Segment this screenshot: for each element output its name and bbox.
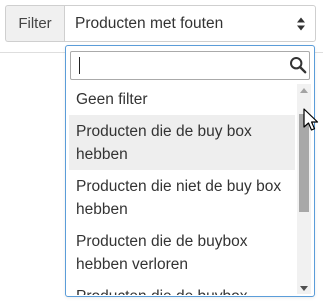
- scroll-down-arrow-icon[interactable]: [297, 282, 311, 294]
- filter-selected-value: Producten met fouten: [75, 14, 224, 32]
- option-label: Producten die de buybox: [76, 288, 247, 295]
- option-item[interactable]: Producten die de buybox: [69, 280, 295, 295]
- option-label: Producten die de buy box hebben: [76, 123, 252, 163]
- option-item[interactable]: Producten die niet de buy box hebben: [69, 170, 295, 225]
- filter-group: Filter Producten met fouten: [5, 5, 316, 42]
- options-list: Geen filter Producten die de buy box hebb…: [69, 83, 295, 295]
- scroll-up-arrow-icon[interactable]: [297, 84, 311, 96]
- search-icon: [290, 57, 307, 74]
- text-caret: [79, 57, 80, 74]
- option-item[interactable]: Geen filter: [69, 83, 295, 115]
- sort-caret-icon: [297, 17, 305, 31]
- search-input[interactable]: [70, 51, 310, 80]
- option-label: Producten die de buybox hebben verloren: [76, 233, 248, 273]
- filter-select[interactable]: Producten met fouten: [64, 5, 316, 42]
- option-item[interactable]: Producten die de buybox hebben verloren: [69, 225, 295, 280]
- mouse-pointer-icon: [303, 108, 319, 131]
- search-box: [70, 51, 310, 80]
- option-label: Producten die niet de buy box hebben: [76, 178, 282, 218]
- filter-dropdown: Geen filter Producten die de buy box hebb…: [65, 45, 315, 297]
- filter-label: Filter: [5, 5, 64, 42]
- option-label: Geen filter: [76, 91, 148, 108]
- option-item[interactable]: Producten die de buy box hebben: [69, 115, 295, 170]
